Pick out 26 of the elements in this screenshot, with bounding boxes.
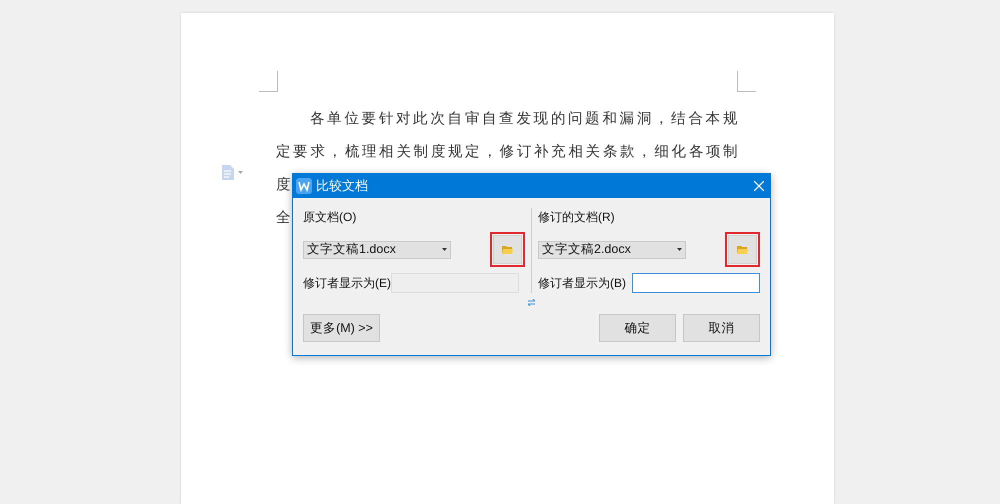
author-field[interactable] xyxy=(632,273,760,293)
paragraph-line: 度 xyxy=(276,176,294,195)
field-label: 修订者显示为(B) xyxy=(538,275,626,292)
corner-mark xyxy=(737,71,756,92)
swap-icon[interactable] xyxy=(528,299,535,306)
caret-icon[interactable] xyxy=(238,171,243,174)
dialog-title: 比较文档 xyxy=(316,177,369,195)
folder-icon xyxy=(502,245,513,254)
caret-icon xyxy=(677,248,682,251)
app-logo-icon xyxy=(296,178,312,194)
field-label: 原文档(O) xyxy=(303,209,358,226)
caret-icon xyxy=(442,248,447,251)
corner-mark xyxy=(259,71,278,92)
paragraph-line: 定要求，梳理相关制度规定，修订补充相关条款，细化各项制 xyxy=(276,142,740,162)
folder-icon xyxy=(737,245,748,254)
cancel-button[interactable]: 取消 xyxy=(683,314,760,342)
more-button[interactable]: 更多(M) >> xyxy=(303,314,380,342)
paragraph-line: 全 xyxy=(276,209,294,228)
field-label: 修订的文档(R) xyxy=(538,209,616,226)
ok-button[interactable]: 确定 xyxy=(599,314,676,342)
file-dropdown[interactable]: 文字文稿2.docx xyxy=(538,240,686,258)
paragraph-line: 各单位要针对此次自审自查发现的问题和漏洞，结合本规 xyxy=(309,110,740,129)
field-label: 修订者显示为(E) xyxy=(303,275,391,292)
close-icon[interactable] xyxy=(754,181,764,191)
file-dropdown[interactable]: 文字文稿1.docx xyxy=(303,240,451,258)
document-icon[interactable] xyxy=(221,165,234,180)
